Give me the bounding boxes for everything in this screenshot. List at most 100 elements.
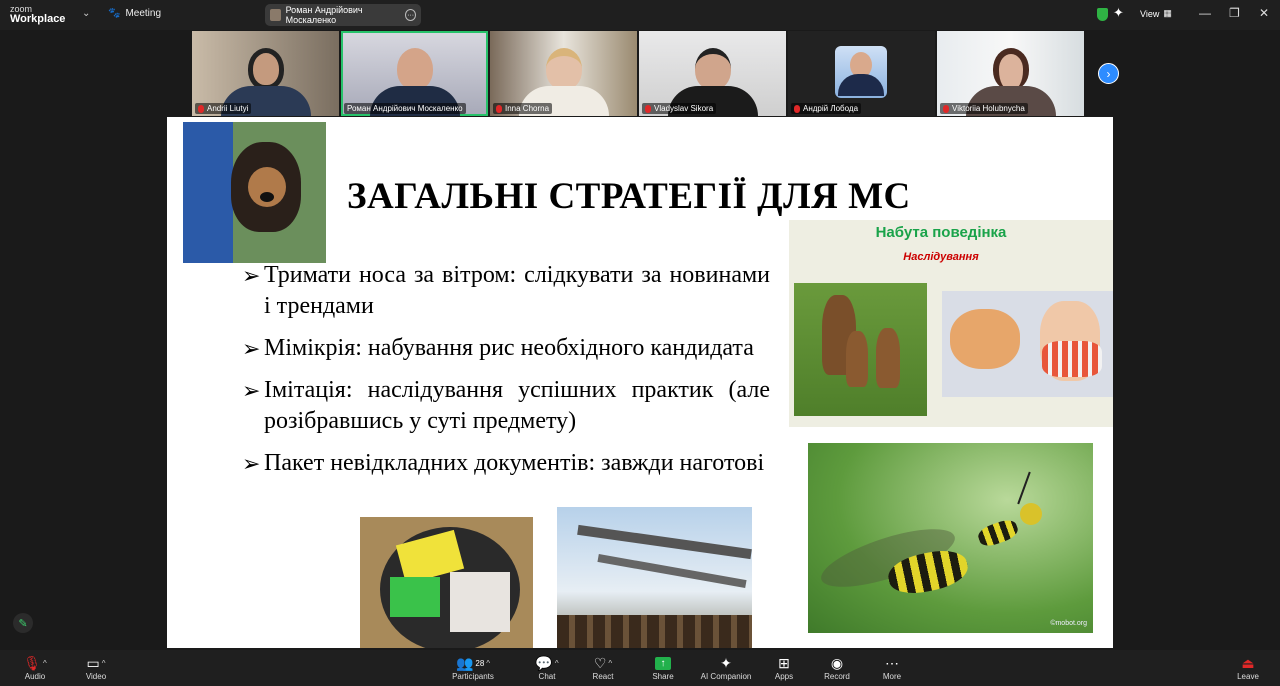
- aircraft-photo: [557, 507, 752, 648]
- apps-label: Apps: [774, 672, 794, 681]
- close-icon[interactable]: ✕: [1259, 6, 1269, 20]
- arrow-bullet-icon: ➢: [242, 451, 261, 476]
- list-item: ➢ Мімікрія: набування рис необхідного кан…: [242, 333, 770, 364]
- restore-icon[interactable]: ❐: [1229, 6, 1240, 20]
- chevron-down-icon[interactable]: ⌄: [82, 8, 90, 19]
- insect-photo: ©mobot.org: [808, 443, 1093, 633]
- list-item: ➢ Імітація: наслідування успішних практик…: [242, 375, 770, 437]
- view-button[interactable]: View ▦: [1140, 8, 1172, 19]
- audio-button[interactable]: 🎙 ^ Audio: [5, 654, 65, 682]
- panel-subtitle: Наслідування: [903, 251, 979, 263]
- ai-sparkle-icon: ✦: [720, 654, 732, 671]
- slide-title: ЗАГАЛЬНІ СТРАТЕГІЇ ДЛЯ МС: [347, 176, 911, 217]
- cat-and-baby-photo: [942, 291, 1113, 397]
- arrow-bullet-icon: ➢: [242, 378, 261, 403]
- avatar: [270, 9, 281, 21]
- participant-tile[interactable]: Vladyslav Sikora: [639, 31, 786, 116]
- acquired-behavior-panel: Набута поведінка Наслідування: [789, 220, 1113, 427]
- leave-label: Leave: [1237, 672, 1259, 681]
- arrow-bullet-icon: ➢: [242, 336, 261, 361]
- arrow-bullet-icon: ➢: [242, 263, 261, 288]
- muted-mic-icon: [943, 104, 949, 113]
- video-camera-icon: ▭: [86, 654, 100, 671]
- chat-icon: 💬: [535, 654, 553, 671]
- record-icon: ◉: [830, 654, 844, 671]
- meeting-info-button[interactable]: 🐾 Meeting: [108, 8, 161, 19]
- participant-name-tag: Inna Chorna: [493, 103, 553, 114]
- participant-tile[interactable]: Andrii Liutyi: [192, 31, 339, 116]
- active-speaker-name: Роман Андрійович Москаленко: [285, 5, 363, 25]
- participant-tile[interactable]: Inna Chorna: [490, 31, 637, 116]
- emergency-bag-photo: [360, 517, 533, 648]
- participants-button[interactable]: 👥 28 ^ Participants: [443, 654, 503, 682]
- bears-photo: [794, 283, 927, 416]
- muted-mic-icon: [198, 104, 204, 113]
- react-heart-icon: ♡: [593, 654, 607, 671]
- list-item: ➢ Пакет невідкладних документів: завжди н…: [242, 448, 770, 479]
- video-button[interactable]: ▭ ^ Video: [66, 654, 126, 682]
- top-bar: zoom Workplace ⌄ 🐾 Meeting Роман Андрійо…: [0, 0, 1280, 30]
- apps-grid-icon: ⊞: [778, 654, 790, 671]
- participant-tile[interactable]: Андрій Лобода: [788, 31, 935, 116]
- shared-screen-slide: ЗАГАЛЬНІ СТРАТЕГІЇ ДЛЯ МС ➢ Тримати носа …: [167, 117, 1113, 648]
- more-icon: ⋯: [885, 654, 899, 671]
- participants-icon: 👥: [455, 654, 474, 671]
- ai-sparkle-icon[interactable]: ✦: [1113, 5, 1124, 21]
- zoom-logo: zoom Workplace: [10, 4, 66, 25]
- chevron-up-icon[interactable]: ^: [608, 659, 612, 668]
- chevron-up-icon[interactable]: ^: [102, 659, 106, 668]
- participant-tile[interactable]: Viktoriia Holubnycha: [937, 31, 1084, 116]
- more-label: More: [882, 672, 902, 681]
- leave-button[interactable]: ⏏ Leave: [1218, 654, 1278, 682]
- participants-label: Participants: [452, 672, 494, 681]
- participant-name-tag: Vladyslav Sikora: [642, 103, 717, 114]
- react-label: React: [592, 672, 614, 681]
- leave-door-icon: ⏏: [1241, 654, 1255, 671]
- participant-name-tag: Viktoriia Holubnycha: [940, 103, 1028, 114]
- apps-button[interactable]: ⊞ Apps: [754, 654, 814, 682]
- participant-name-tag: Андрій Лобода: [791, 103, 862, 114]
- participant-avatar: [835, 46, 887, 98]
- share-button[interactable]: ↑ Share: [633, 654, 693, 681]
- participants-count: 28: [475, 658, 485, 668]
- record-button[interactable]: ◉ Record: [807, 654, 867, 682]
- dog-photo: [183, 122, 326, 263]
- video-label: Video: [85, 672, 107, 681]
- chevron-up-icon[interactable]: ^: [486, 659, 490, 668]
- react-button[interactable]: ♡ ^ React: [573, 654, 633, 682]
- chevron-up-icon[interactable]: ^: [555, 659, 559, 668]
- meeting-controls: 🎙 ^ Audio ▭ ^ Video 👥 28 ^ Participants 💬 ^ C…: [0, 650, 1280, 686]
- muted-mic-icon: [794, 104, 800, 113]
- grid-icon: ▦: [1163, 8, 1172, 18]
- panel-title: Набута поведінка: [875, 224, 1007, 241]
- view-label: View: [1140, 8, 1160, 19]
- more-button[interactable]: ⋯ More: [862, 654, 922, 682]
- chat-button[interactable]: 💬 ^ Chat: [517, 654, 577, 682]
- participant-strip: Andrii Liutyi Роман Андрійович Москаленк…: [192, 31, 1084, 116]
- paw-icon: 🐾: [108, 8, 121, 19]
- audio-label: Audio: [24, 672, 46, 681]
- ai-companion-label: AI Companion: [700, 672, 752, 681]
- annotate-pencil-icon[interactable]: ✎: [13, 613, 33, 633]
- chevron-right-icon: ›: [1106, 66, 1111, 81]
- next-page-button[interactable]: ›: [1098, 63, 1119, 84]
- muted-mic-icon: [496, 104, 502, 113]
- share-screen-icon: ↑: [655, 656, 671, 670]
- brand-main: Workplace: [10, 13, 66, 25]
- shield-icon[interactable]: [1097, 8, 1108, 21]
- minimize-icon[interactable]: —: [1199, 6, 1211, 20]
- photo-watermark: ©mobot.org: [1050, 620, 1087, 627]
- bullet-list: ➢ Тримати носа за вітром: слідкувати за н…: [242, 260, 770, 490]
- ai-companion-button[interactable]: ✦ AI Companion: [696, 654, 756, 682]
- more-icon[interactable]: ···: [405, 9, 416, 21]
- participant-tile[interactable]: Роман Андрійович Москаленко: [341, 31, 488, 116]
- chat-label: Chat: [538, 672, 556, 681]
- muted-mic-icon: 🎙: [23, 654, 41, 671]
- participant-name-tag: Andrii Liutyi: [195, 103, 252, 114]
- muted-mic-icon: [645, 104, 651, 113]
- list-item: ➢ Тримати носа за вітром: слідкувати за н…: [242, 260, 770, 322]
- chevron-up-icon[interactable]: ^: [43, 659, 47, 668]
- active-speaker-pill[interactable]: Роман Андрійович Москаленко ···: [265, 4, 421, 26]
- participant-name-tag: Роман Андрійович Москаленко: [344, 103, 466, 114]
- record-label: Record: [824, 672, 850, 681]
